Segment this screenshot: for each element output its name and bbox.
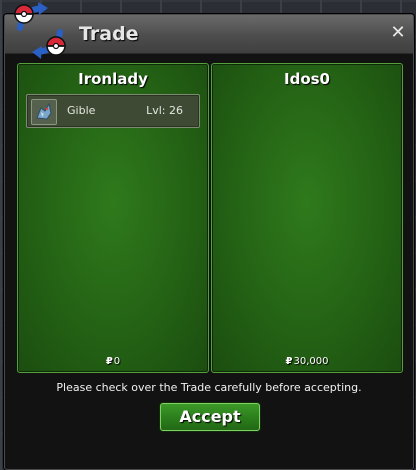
my-money-value: 0 — [113, 356, 121, 367]
trade-notice: Please check over the Trade carefully be… — [56, 381, 362, 394]
partner-offer-panel: Idos0 ₽30,000 — [211, 63, 403, 373]
window-title: Trade — [79, 23, 139, 45]
partner-player-name: Idos0 — [284, 70, 330, 88]
trade-window: Trade ✕ Ironlady Gible Lvl: 26 ₽0 Idos0 … — [4, 14, 414, 470]
pokemon-sprite-icon — [31, 99, 57, 125]
accept-button[interactable]: Accept — [160, 403, 260, 431]
my-offer-panel: Ironlady Gible Lvl: 26 ₽0 — [17, 63, 209, 373]
trade-arrows-icon — [14, 2, 66, 59]
my-money: ₽0 — [18, 356, 208, 367]
item-level: Lvl: 26 — [146, 104, 183, 117]
partner-money: ₽30,000 — [212, 356, 402, 367]
pokedollar-icon: ₽ — [285, 356, 293, 367]
item-name: Gible — [67, 104, 96, 117]
my-player-name: Ironlady — [78, 70, 148, 88]
close-icon[interactable]: ✕ — [389, 24, 407, 42]
trade-item-row[interactable]: Gible Lvl: 26 — [26, 94, 200, 128]
pokedollar-icon: ₽ — [105, 356, 113, 367]
partner-money-value: 30,000 — [293, 356, 329, 367]
